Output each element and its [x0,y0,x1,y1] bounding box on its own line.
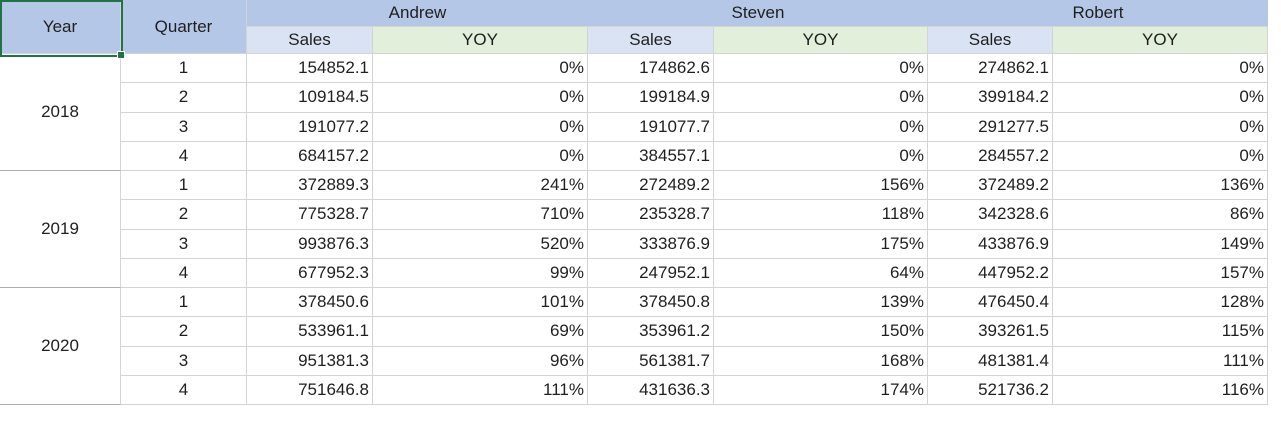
year-cell[interactable]: 2018 [0,54,121,171]
yoy-value-cell[interactable]: 0% [1053,141,1268,171]
quarter-header-cell[interactable]: Quarter [121,0,247,54]
yoy-value-cell[interactable]: 0% [373,54,588,84]
quarter-cell[interactable]: 2 [121,83,247,113]
yoy-value-cell[interactable]: 69% [373,317,588,347]
yoy-value-cell[interactable]: 149% [1053,229,1268,259]
quarter-cell[interactable]: 1 [121,54,247,84]
yoy-value-cell[interactable]: 99% [373,258,588,288]
sales-value-cell[interactable]: 191077.7 [588,112,714,142]
yoy-value-cell[interactable]: 520% [373,229,588,259]
sales-value-cell[interactable]: 951381.3 [247,346,373,376]
sales-value-cell[interactable]: 677952.3 [247,258,373,288]
yoy-value-cell[interactable]: 116% [1053,375,1268,405]
yoy-value-cell[interactable]: 0% [1053,83,1268,113]
sales-value-cell[interactable]: 447952.2 [928,258,1053,288]
yoy-value-cell[interactable]: 101% [373,288,588,318]
sales-value-cell[interactable]: 684157.2 [247,141,373,171]
yoy-value-cell[interactable]: 136% [1053,171,1268,201]
yoy-value-cell[interactable]: 64% [714,258,928,288]
quarter-cell[interactable]: 3 [121,346,247,376]
sales-value-cell[interactable]: 561381.7 [588,346,714,376]
yoy-value-cell[interactable]: 241% [373,171,588,201]
andrew-yoy-header[interactable]: YOY [373,27,588,54]
sales-value-cell[interactable]: 353961.2 [588,317,714,347]
sales-value-cell[interactable]: 431636.3 [588,375,714,405]
yoy-value-cell[interactable]: 0% [1053,54,1268,84]
sales-value-cell[interactable]: 191077.2 [247,112,373,142]
yoy-value-cell[interactable]: 156% [714,171,928,201]
quarter-cell[interactable]: 2 [121,200,247,230]
sales-value-cell[interactable]: 476450.4 [928,288,1053,318]
yoy-value-cell[interactable]: 0% [714,141,928,171]
quarter-cell[interactable]: 4 [121,141,247,171]
yoy-value-cell[interactable]: 174% [714,375,928,405]
yoy-value-cell[interactable]: 168% [714,346,928,376]
sales-value-cell[interactable]: 291277.5 [928,112,1053,142]
sales-value-cell[interactable]: 342328.6 [928,200,1053,230]
sales-value-cell[interactable]: 378450.8 [588,288,714,318]
sales-value-cell[interactable]: 399184.2 [928,83,1053,113]
sales-value-cell[interactable]: 272489.2 [588,171,714,201]
sales-value-cell[interactable]: 199184.9 [588,83,714,113]
sales-value-cell[interactable]: 284557.2 [928,141,1053,171]
sales-value-cell[interactable]: 481381.4 [928,346,1053,376]
yoy-value-cell[interactable]: 111% [1053,346,1268,376]
yoy-value-cell[interactable]: 86% [1053,200,1268,230]
sales-value-cell[interactable]: 378450.6 [247,288,373,318]
quarter-cell[interactable]: 1 [121,171,247,201]
yoy-value-cell[interactable]: 0% [714,83,928,113]
quarter-cell[interactable]: 2 [121,317,247,347]
yoy-value-cell[interactable]: 150% [714,317,928,347]
yoy-value-cell[interactable]: 0% [714,54,928,84]
quarter-cell[interactable]: 4 [121,375,247,405]
sales-value-cell[interactable]: 521736.2 [928,375,1053,405]
sales-value-cell[interactable]: 384557.1 [588,141,714,171]
year-cell[interactable]: 2019 [0,171,121,288]
yoy-value-cell[interactable]: 0% [373,112,588,142]
robert-sales-header[interactable]: Sales [928,27,1053,54]
steven-yoy-header[interactable]: YOY [714,27,928,54]
year-cell[interactable]: 2020 [0,288,121,405]
yoy-value-cell[interactable]: 0% [373,83,588,113]
yoy-value-cell[interactable]: 128% [1053,288,1268,318]
yoy-value-cell[interactable]: 0% [1053,112,1268,142]
andrew-header-cell[interactable]: Andrew [247,0,588,27]
sales-value-cell[interactable]: 372889.3 [247,171,373,201]
yoy-value-cell[interactable]: 111% [373,375,588,405]
quarter-cell[interactable]: 1 [121,288,247,318]
sales-value-cell[interactable]: 993876.3 [247,229,373,259]
sales-value-cell[interactable]: 751646.8 [247,375,373,405]
sales-value-cell[interactable]: 333876.9 [588,229,714,259]
yoy-value-cell[interactable]: 157% [1053,258,1268,288]
sales-value-cell[interactable]: 154852.1 [247,54,373,84]
sales-value-cell[interactable]: 433876.9 [928,229,1053,259]
yoy-value-cell[interactable]: 710% [373,200,588,230]
sales-value-cell[interactable]: 235328.7 [588,200,714,230]
yoy-value-cell[interactable]: 0% [373,141,588,171]
steven-header-cell[interactable]: Steven [588,0,928,27]
sales-value-cell[interactable]: 174862.6 [588,54,714,84]
yoy-value-cell[interactable]: 175% [714,229,928,259]
sales-value-cell[interactable]: 372489.2 [928,171,1053,201]
steven-sales-header[interactable]: Sales [588,27,714,54]
yoy-value-cell[interactable]: 139% [714,288,928,318]
sales-value-cell[interactable]: 775328.7 [247,200,373,230]
year-header-cell[interactable]: Year [0,0,121,54]
sales-value-cell[interactable]: 393261.5 [928,317,1053,347]
yoy-value-cell[interactable]: 115% [1053,317,1268,347]
quarter-cell[interactable]: 3 [121,112,247,142]
sales-table: Year Quarter Andrew Steven Robert Sales … [0,0,1272,415]
quarter-cell[interactable]: 4 [121,258,247,288]
andrew-sales-header[interactable]: Sales [247,27,373,54]
yoy-value-cell[interactable]: 0% [714,112,928,142]
sales-value-cell[interactable]: 109184.5 [247,83,373,113]
yoy-value-cell[interactable]: 96% [373,346,588,376]
robert-yoy-header[interactable]: YOY [1053,27,1268,54]
quarter-cell[interactable]: 3 [121,229,247,259]
sales-value-cell[interactable]: 533961.1 [247,317,373,347]
sales-value-cell[interactable]: 274862.1 [928,54,1053,84]
sales-value-cell[interactable]: 247952.1 [588,258,714,288]
yoy-value-cell[interactable]: 118% [714,200,928,230]
robert-header-cell[interactable]: Robert [928,0,1268,27]
